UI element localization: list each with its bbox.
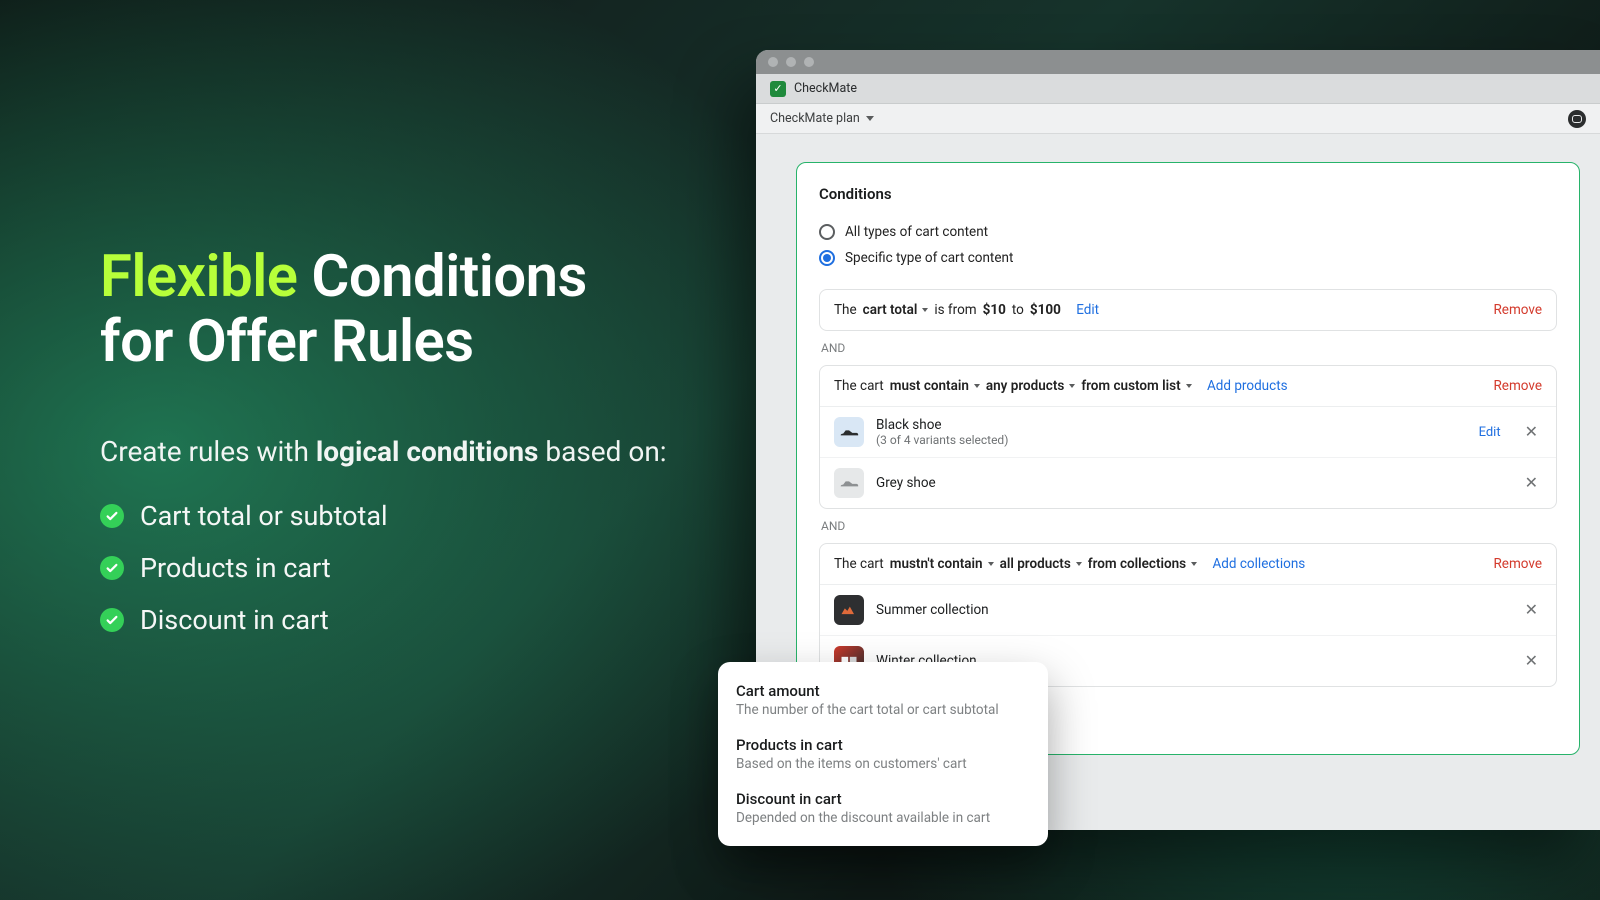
- close-icon[interactable]: ✕: [1521, 420, 1542, 444]
- chevron-down-icon: [922, 308, 928, 312]
- product-name: Black shoe: [876, 417, 1008, 433]
- product-name: Grey shoe: [876, 475, 936, 491]
- product-thumb: [834, 417, 864, 447]
- chevron-down-icon: [1191, 562, 1197, 566]
- traffic-light-max[interactable]: [804, 57, 814, 67]
- bullet-list: Cart total or subtotal Products in cart …: [100, 490, 720, 646]
- verb-dropdown[interactable]: must contain: [890, 378, 980, 394]
- chat-icon[interactable]: [1568, 110, 1586, 128]
- subheadline: Create rules with logical conditions bas…: [100, 435, 720, 468]
- collection-thumb: [834, 595, 864, 625]
- traffic-light-min[interactable]: [786, 57, 796, 67]
- remove-link[interactable]: Remove: [1493, 556, 1542, 572]
- chevron-down-icon: [1186, 384, 1192, 388]
- app-name: CheckMate: [794, 81, 857, 96]
- product-thumb: [834, 468, 864, 498]
- window-titlebar: [756, 50, 1600, 74]
- chevron-down-icon: [974, 384, 980, 388]
- add-collections-link[interactable]: Add collections: [1212, 556, 1305, 572]
- scope-radio-group: All types of cart content Specific type …: [819, 219, 1557, 271]
- marketing-copy: Flexible Conditions for Offer Rules Crea…: [100, 245, 720, 646]
- headline: Flexible Conditions for Offer Rules: [100, 245, 720, 375]
- radio-icon-selected: [819, 250, 835, 266]
- edit-link[interactable]: Edit: [1076, 302, 1099, 318]
- rule-must-contain: The cart must contain any products from …: [819, 365, 1557, 509]
- remove-link[interactable]: Remove: [1493, 378, 1542, 394]
- product-sub: (3 of 4 variants selected): [876, 433, 1008, 447]
- rule-cart-total: The cart total is from $10 to $100 Edit …: [819, 289, 1557, 331]
- edit-link[interactable]: Edit: [1479, 425, 1501, 440]
- popover-option-cart-amount[interactable]: Cart amount The number of the cart total…: [736, 676, 1030, 718]
- chevron-down-icon: [988, 562, 994, 566]
- chevron-down-icon: [866, 116, 874, 121]
- condition-type-popover: Cart amount The number of the cart total…: [718, 662, 1048, 846]
- headline-highlight: Flexible: [100, 243, 297, 311]
- and-separator: AND: [819, 331, 1557, 365]
- collection-name: Summer collection: [876, 602, 989, 618]
- qty-dropdown[interactable]: any products: [986, 378, 1075, 394]
- app-icon: ✓: [770, 81, 786, 97]
- bullet-item: Cart total or subtotal: [100, 490, 720, 542]
- remove-link[interactable]: Remove: [1493, 302, 1542, 318]
- app-bar: ✓ CheckMate: [756, 74, 1600, 104]
- close-icon[interactable]: ✕: [1521, 471, 1542, 495]
- radio-specific[interactable]: Specific type of cart content: [819, 245, 1557, 271]
- product-row: Black shoe (3 of 4 variants selected) Ed…: [820, 407, 1556, 457]
- and-separator: AND: [819, 509, 1557, 543]
- bullet-item: Discount in cart: [100, 594, 720, 646]
- bullet-item: Products in cart: [100, 542, 720, 594]
- card-title: Conditions: [819, 185, 1557, 203]
- plan-bar: CheckMate plan: [756, 104, 1600, 134]
- source-dropdown[interactable]: from collections: [1088, 556, 1197, 572]
- close-icon[interactable]: ✕: [1521, 649, 1542, 673]
- check-icon: [100, 608, 124, 632]
- close-icon[interactable]: ✕: [1521, 598, 1542, 622]
- add-products-link[interactable]: Add products: [1207, 378, 1288, 394]
- verb-dropdown[interactable]: mustn't contain: [890, 556, 994, 572]
- check-icon: [100, 504, 124, 528]
- plan-dropdown[interactable]: CheckMate plan: [770, 111, 874, 126]
- qty-dropdown[interactable]: all products: [1000, 556, 1082, 572]
- check-icon: [100, 556, 124, 580]
- traffic-light-close[interactable]: [768, 57, 778, 67]
- chevron-down-icon: [1069, 384, 1075, 388]
- chevron-down-icon: [1076, 562, 1082, 566]
- collection-row: Summer collection ✕: [820, 585, 1556, 635]
- popover-option-products[interactable]: Products in cart Based on the items on c…: [736, 730, 1030, 772]
- popover-option-discount[interactable]: Discount in cart Depended on the discoun…: [736, 784, 1030, 826]
- product-row: Grey shoe ✕: [820, 457, 1556, 508]
- source-dropdown[interactable]: from custom list: [1081, 378, 1191, 394]
- radio-all[interactable]: All types of cart content: [819, 219, 1557, 245]
- field-dropdown[interactable]: cart total: [863, 302, 929, 318]
- radio-icon: [819, 224, 835, 240]
